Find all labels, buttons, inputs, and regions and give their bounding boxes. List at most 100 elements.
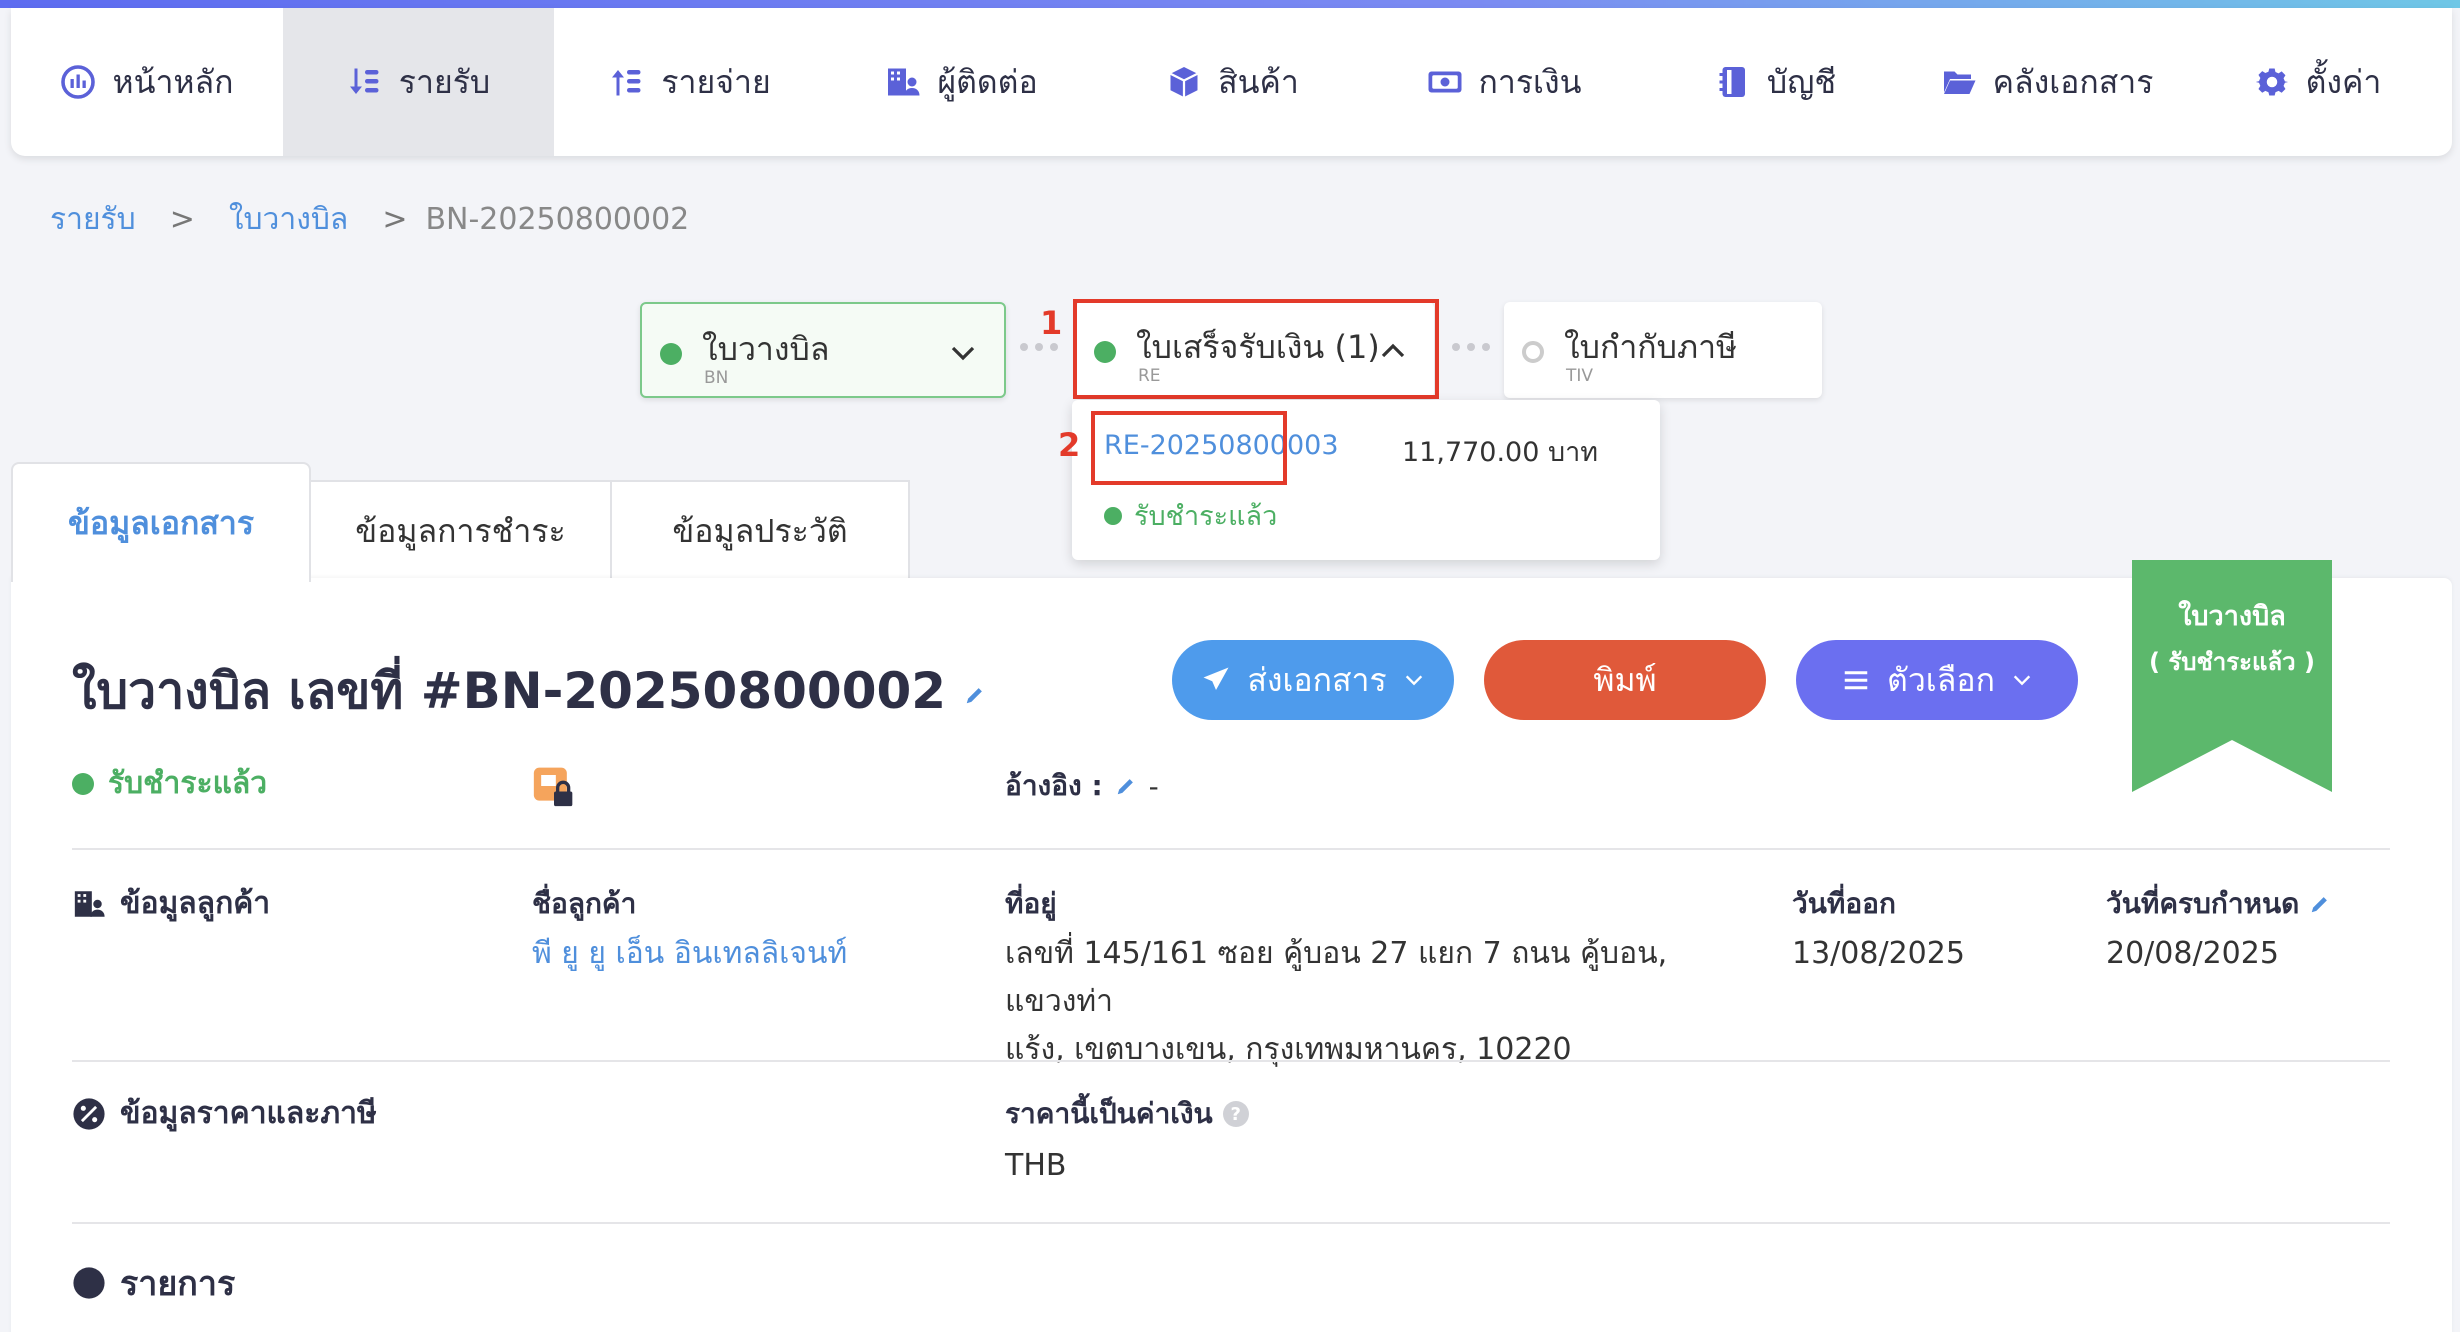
nav-label: หน้าหลัก — [112, 62, 234, 101]
issue-date-label: วันที่ออก — [1792, 887, 1896, 920]
money-icon — [1428, 71, 1462, 93]
nav-item-product[interactable]: สินค้า — [1097, 8, 1368, 156]
due-date-label-text: วันที่ครบกำหนด — [2106, 887, 2300, 920]
document-status-text: รับชำระแล้ว — [108, 766, 268, 801]
nav-label: การเงิน — [1478, 62, 1582, 101]
chevron-down-icon — [951, 346, 975, 361]
annotation-box-2 — [1091, 411, 1287, 485]
ledger-book-icon — [1719, 67, 1745, 97]
nav-item-finance[interactable]: การเงิน — [1368, 8, 1640, 156]
pricing-section-title: ข้อมูลราคาและภาษี — [72, 1090, 377, 1137]
dashboard-icon — [61, 65, 96, 99]
ribbon-line2: ( รับชำระแล้ว ) — [2149, 648, 2315, 676]
status-dot — [72, 772, 94, 795]
nav-label: รายจ่าย — [661, 62, 771, 101]
receipt-status-text: รับชำระแล้ว — [1134, 501, 1278, 532]
flow-step-sub: TIV — [1566, 366, 1594, 386]
status-ribbon: ใบวางบิล ( รับชำระแล้ว ) — [2132, 560, 2348, 792]
currency-label-text: ราคานี้เป็นค่าเงิน — [1005, 1097, 1213, 1130]
edit-pencil-icon[interactable] — [2309, 893, 2331, 915]
print-button[interactable]: พิมพ์ — [1484, 640, 1766, 720]
print-label: พิมพ์ — [1593, 660, 1657, 699]
percent-badge-icon — [73, 1097, 105, 1130]
document-title: ใบวางบิล เลขที่ #BN-20250800002 — [72, 662, 947, 720]
customer-name-label: ชื่อลูกค้า — [532, 887, 637, 920]
nav-label: รายรับ — [398, 62, 491, 101]
send-document-button[interactable]: ส่งเอกสาร — [1172, 640, 1454, 720]
nav-item-contacts[interactable]: ผู้ติดต่อ — [826, 8, 1097, 156]
reference-value: - — [1148, 769, 1159, 803]
divider — [72, 848, 2390, 850]
address-line-2: แร้ง, เขตบางเขน, กรุงเทพมหานคร, 10220 — [1005, 1032, 1572, 1067]
gear-icon — [2255, 68, 2288, 96]
customer-name-link[interactable]: พี ยู ยู เอ็น อินเทลลิเจนท์ — [532, 930, 847, 978]
flow-connector — [1020, 343, 1058, 351]
nav-item-income[interactable]: รายรับ — [283, 8, 554, 156]
divider — [72, 1060, 2390, 1062]
ribbon-line1: ใบวางบิล — [2178, 601, 2286, 632]
income-icon — [349, 68, 379, 94]
nav-item-dashboard[interactable]: หน้าหลัก — [11, 8, 283, 156]
page-title: ใบวางบิล เลขที่ #BN-20250800002 — [72, 652, 986, 731]
currency-label: ราคานี้เป็นค่าเงิน ? — [1005, 1092, 1249, 1136]
edit-pencil-icon[interactable] — [964, 684, 986, 706]
flow-step-sub: BN — [704, 368, 729, 388]
address-value: เลขที่ 145/161 ซอย คู้บอน 27 แยก 7 ถนน ค… — [1005, 930, 1745, 1074]
breadcrumb-separator: > — [169, 202, 195, 237]
status-dot — [1104, 506, 1122, 525]
breadcrumb-current: BN-20250800002 — [425, 202, 690, 237]
status-dot-empty — [1522, 341, 1544, 363]
paper-plane-icon — [1203, 667, 1229, 690]
address-label: ที่อยู่ — [1005, 887, 1057, 920]
circle-bullet-icon — [73, 1267, 105, 1299]
nav-label: ตั้งค่า — [2305, 62, 2382, 101]
nav-label: สินค้า — [1218, 62, 1299, 101]
main-nav: หน้าหลัก รายรับ รายจ่าย ผู้ติดต่อ สินค้า… — [11, 8, 2452, 156]
chevron-down-icon — [1405, 675, 1422, 686]
receipt-status: รับชำระแล้ว — [1104, 494, 1277, 537]
items-section-title: รายการ — [72, 1256, 235, 1310]
help-icon[interactable]: ? — [1222, 1101, 1249, 1127]
product-box-icon — [1170, 67, 1199, 97]
tab-payment-info[interactable]: ข้อมูลการชำระ — [309, 480, 612, 580]
options-label: ตัวเลือก — [1887, 660, 1995, 699]
tab-history-info[interactable]: ข้อมูลประวัติ — [610, 480, 910, 580]
options-button[interactable]: ตัวเลือก — [1796, 640, 2078, 720]
document-status: รับชำระแล้ว — [72, 760, 267, 807]
flow-step-tax-invoice[interactable]: ใบกำกับภาษี TIV — [1504, 302, 1822, 398]
customer-section-title: ข้อมูลลูกค้า — [72, 880, 270, 927]
edit-pencil-icon[interactable] — [1115, 775, 1137, 797]
nav-item-expense[interactable]: รายจ่าย — [554, 8, 826, 156]
breadcrumb: รายรับ > ใบวางบิล > BN-20250800002 — [50, 196, 689, 243]
flow-step-billing-note[interactable]: ใบวางบิล BN — [640, 302, 1006, 398]
breadcrumb-separator: > — [382, 202, 408, 237]
nav-label: คลังเอกสาร — [1992, 62, 2154, 101]
annotation-label-1: 1 — [1040, 304, 1063, 342]
send-label: ส่งเอกสาร — [1247, 660, 1387, 699]
items-section-label: รายการ — [120, 1264, 236, 1304]
tab-document-info[interactable]: ข้อมูลเอกสาร — [11, 462, 311, 582]
flow-connector — [1452, 343, 1490, 351]
expense-icon — [612, 70, 641, 96]
top-accent-bar — [0, 0, 2460, 8]
contacts-icon — [74, 890, 105, 917]
breadcrumb-billing-note[interactable]: ใบวางบิล — [229, 196, 348, 243]
reference-field: อ้างอิง : - — [1005, 764, 1159, 808]
nav-label: ผู้ติดต่อ — [937, 62, 1038, 101]
nav-item-accounting[interactable]: บัญชี — [1640, 8, 1911, 156]
status-dot — [660, 343, 682, 365]
nav-label: บัญชี — [1766, 62, 1837, 101]
address-line-1: เลขที่ 145/161 ซอย คู้บอน 27 แยก 7 ถนน ค… — [1005, 936, 1668, 1019]
chevron-down-icon — [2013, 675, 2031, 686]
nav-item-settings[interactable]: ตั้งค่า — [2183, 8, 2452, 156]
nav-item-documents[interactable]: คลังเอกสาร — [1911, 8, 2183, 156]
issue-date-value: 13/08/2025 — [1792, 936, 1965, 971]
reference-label: อ้างอิง : — [1005, 769, 1103, 802]
menu-lines-icon — [1844, 671, 1868, 690]
due-date-label: วันที่ครบกำหนด — [2106, 882, 2331, 926]
folder-icon — [1943, 71, 1976, 94]
currency-value: THB — [1005, 1148, 1067, 1183]
annotation-box-1 — [1073, 299, 1439, 399]
breadcrumb-income[interactable]: รายรับ — [50, 196, 136, 243]
annotation-label-2: 2 — [1058, 426, 1081, 464]
